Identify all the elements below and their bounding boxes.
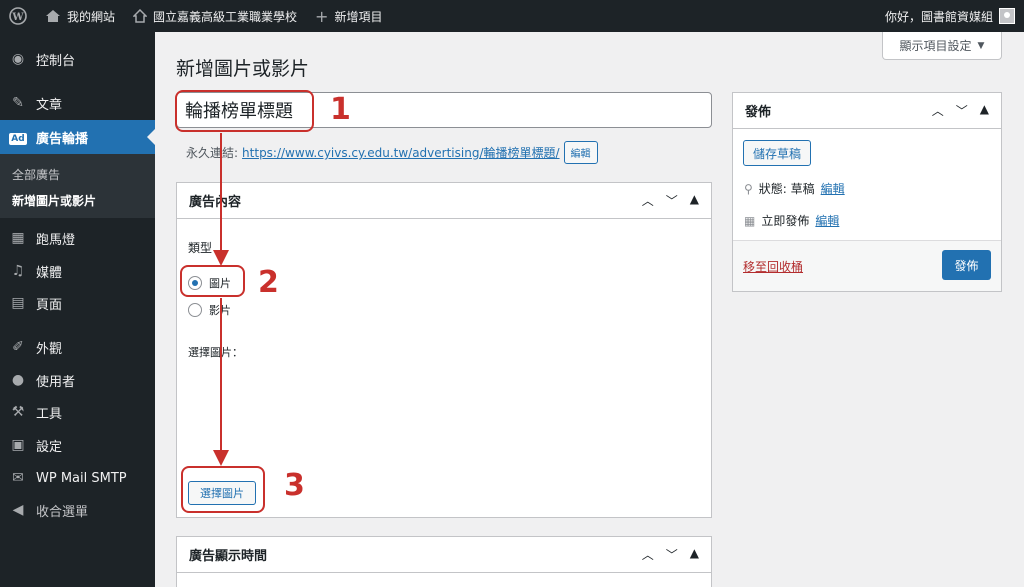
annotation-arrows (213, 133, 229, 466)
annotation-number-1: 1 (330, 92, 351, 127)
annotation-number-2: 2 (258, 265, 279, 300)
annotation-number-3: 3 (284, 468, 305, 503)
